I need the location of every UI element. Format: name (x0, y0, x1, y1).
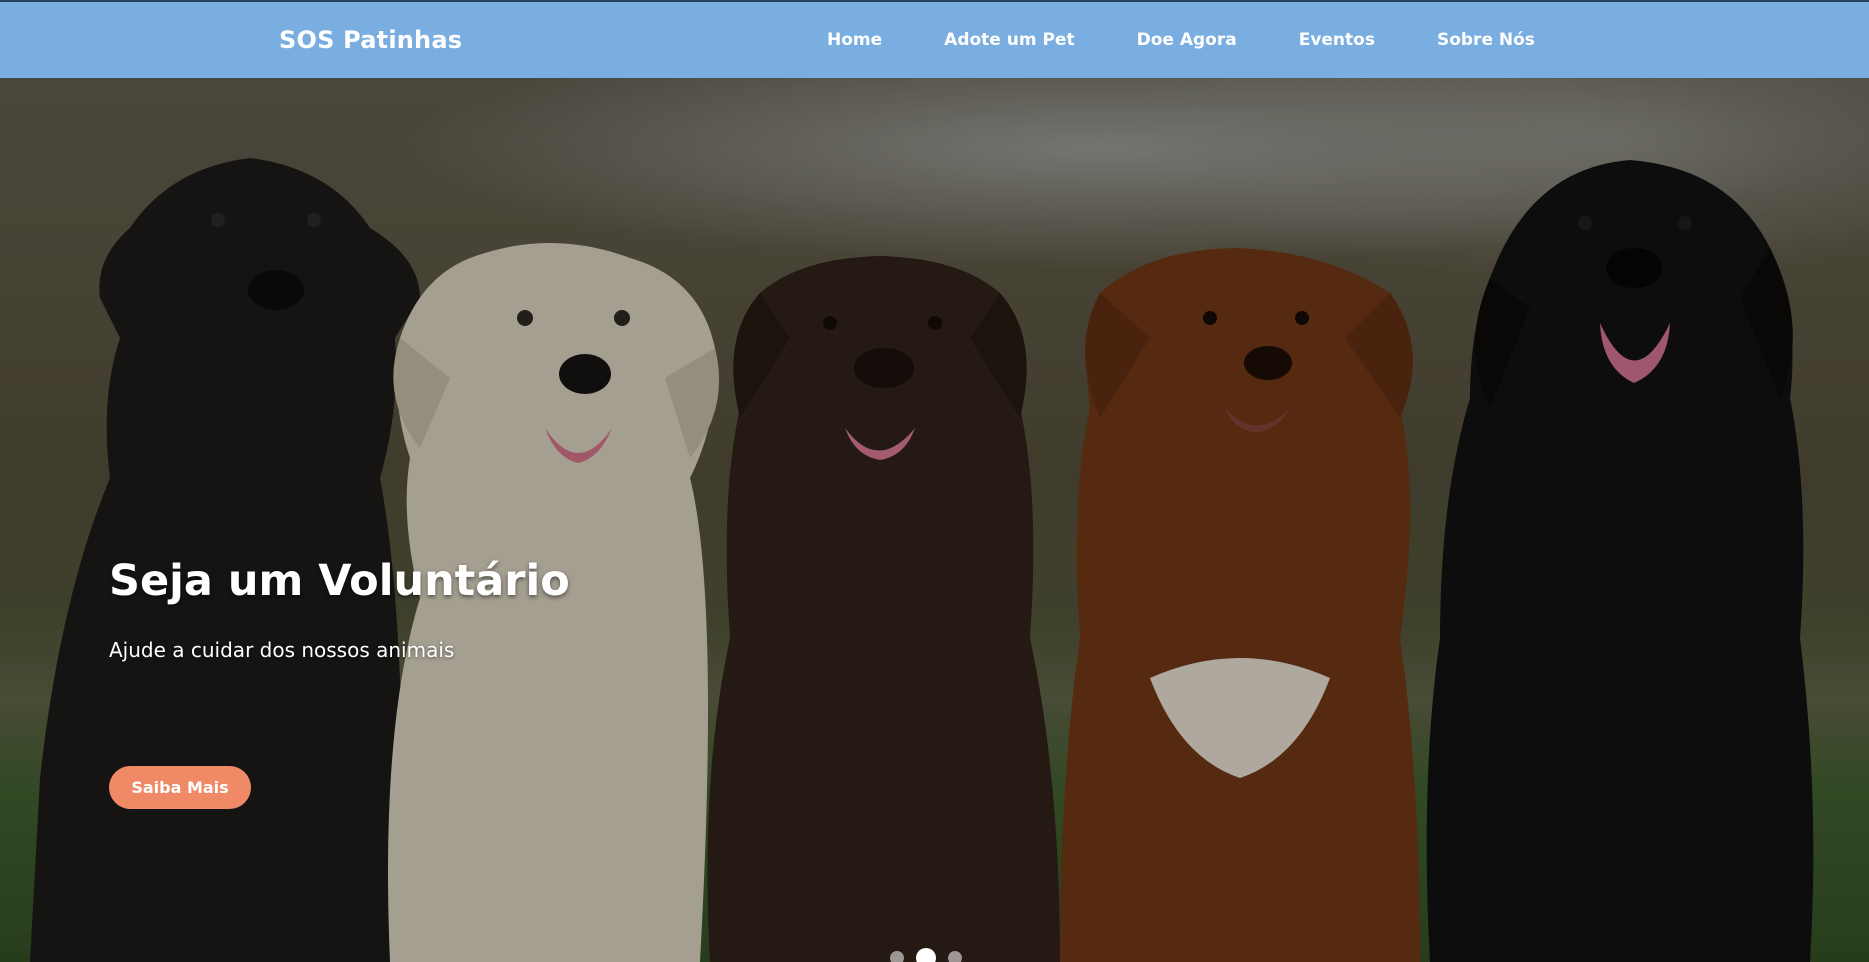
carousel-indicators (890, 948, 962, 962)
nav-menu: Home Adote um Pet Doe Agora Eventos Sobr… (812, 30, 1566, 50)
hero-carousel: Seja um Voluntário Ajude a cuidar dos no… (0, 78, 1869, 962)
hero-dim-overlay (0, 78, 1869, 962)
navbar: SOS Patinhas Home Adote um Pet Doe Agora… (0, 0, 1869, 78)
carousel-indicator-2[interactable] (916, 948, 936, 962)
nav-link-donate[interactable]: Doe Agora (1106, 30, 1268, 50)
nav-item-about: Sobre Nós (1406, 30, 1566, 50)
hero-subtitle: Ajude a cuidar dos nossos animais (109, 638, 455, 662)
nav-link-adopt[interactable]: Adote um Pet (913, 30, 1105, 50)
saiba-mais-button[interactable]: Saiba Mais (109, 766, 251, 809)
hero-title: Seja um Voluntário (109, 556, 570, 606)
nav-item-adopt: Adote um Pet (913, 30, 1105, 50)
nav-link-about[interactable]: Sobre Nós (1406, 30, 1566, 50)
carousel-indicator-3[interactable] (948, 951, 962, 962)
nav-link-events[interactable]: Eventos (1268, 30, 1406, 50)
nav-link-home[interactable]: Home (812, 30, 913, 50)
nav-item-home: Home (812, 30, 913, 50)
nav-item-events: Eventos (1268, 30, 1406, 50)
nav-item-donate: Doe Agora (1106, 30, 1268, 50)
brand-logo-link[interactable]: SOS Patinhas (279, 26, 462, 54)
carousel-indicator-1[interactable] (890, 951, 904, 962)
